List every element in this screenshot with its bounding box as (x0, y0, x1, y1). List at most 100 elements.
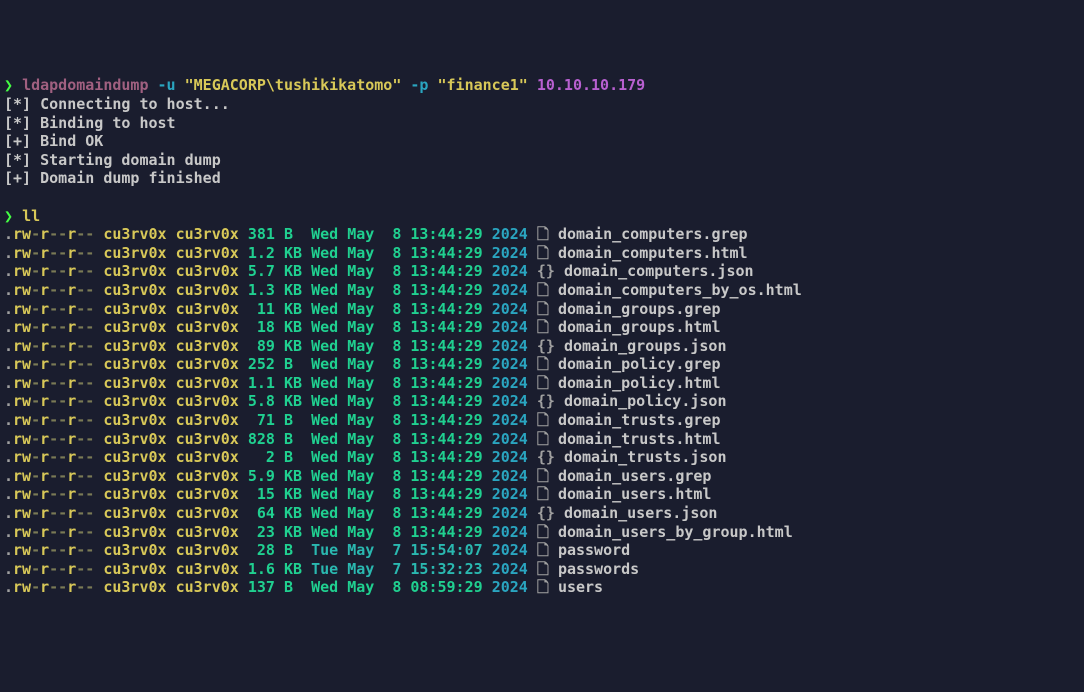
file-year: 2024 (492, 355, 528, 373)
file-year: 2024 (492, 300, 528, 318)
file-row: .rw-r--r-- cu3rv0x cu3rv0x 64 KB Wed May… (4, 504, 1080, 523)
file-time: 13:44:29 (410, 411, 482, 429)
file-type-icon: 🗋 (537, 374, 549, 392)
file-row: .rw-r--r-- cu3rv0x cu3rv0x 11 KB Wed May… (4, 300, 1080, 319)
file-owner: cu3rv0x (103, 355, 166, 373)
file-type-icon: 🗋 (537, 541, 549, 559)
file-weekday: Wed (311, 374, 338, 392)
file-type-icon: {} (537, 448, 555, 466)
file-time: 13:44:29 (410, 430, 482, 448)
file-day: 8 (383, 430, 401, 448)
command-name: ldapdomaindump (22, 76, 148, 94)
file-name: domain_trusts.json (564, 448, 727, 466)
file-month: May (347, 262, 374, 280)
file-type-icon: 🗋 (537, 225, 549, 243)
file-group: cu3rv0x (176, 244, 239, 262)
file-month: May (347, 485, 374, 503)
file-weekday: Wed (311, 318, 338, 336)
file-name: domain_computers.json (564, 262, 754, 280)
file-type-icon: {} (537, 262, 555, 280)
file-year: 2024 (492, 485, 528, 503)
prompt-icon: ❯ (4, 76, 13, 94)
file-unit: KB (284, 281, 302, 299)
terminal-output[interactable]: ❯ ldapdomaindump -u "MEGACORP\tushikikat… (4, 76, 1080, 597)
file-day: 8 (383, 337, 401, 355)
file-unit: B (284, 578, 302, 596)
file-type-icon: {} (537, 337, 555, 355)
file-time: 13:44:29 (410, 374, 482, 392)
file-weekday: Wed (311, 411, 338, 429)
file-unit: KB (284, 300, 302, 318)
file-day: 8 (383, 374, 401, 392)
file-type-icon: 🗋 (537, 411, 549, 429)
file-row: .rw-r--r-- cu3rv0x cu3rv0x 5.7 KB Wed Ma… (4, 262, 1080, 281)
command-line: ❯ ll (4, 207, 1080, 226)
file-owner: cu3rv0x (103, 504, 166, 522)
file-day: 8 (383, 485, 401, 503)
file-group: cu3rv0x (176, 300, 239, 318)
file-weekday: Wed (311, 578, 338, 596)
file-time: 13:44:29 (410, 281, 482, 299)
file-owner: cu3rv0x (103, 430, 166, 448)
file-time: 13:44:29 (410, 448, 482, 466)
file-size: 252 (248, 355, 275, 373)
file-owner: cu3rv0x (103, 244, 166, 262)
blank-line (4, 188, 1080, 207)
file-row: .rw-r--r-- cu3rv0x cu3rv0x 1.6 KB Tue Ma… (4, 560, 1080, 579)
file-weekday: Wed (311, 523, 338, 541)
file-day: 8 (383, 523, 401, 541)
file-time: 13:44:29 (410, 523, 482, 541)
file-weekday: Tue (311, 560, 338, 578)
file-size: 23 (248, 523, 275, 541)
status-line: [*] Starting domain dump (4, 151, 1080, 170)
file-name: domain_policy.html (558, 374, 721, 392)
file-year: 2024 (492, 374, 528, 392)
file-name: domain_users.grep (558, 467, 712, 485)
file-group: cu3rv0x (176, 504, 239, 522)
file-year: 2024 (492, 281, 528, 299)
status-line: [+] Bind OK (4, 132, 1080, 151)
file-group: cu3rv0x (176, 318, 239, 336)
file-listing: .rw-r--r-- cu3rv0x cu3rv0x 381 B Wed May… (4, 225, 1080, 597)
status-line: [+] Domain dump finished (4, 169, 1080, 188)
file-day: 8 (383, 504, 401, 522)
file-month: May (347, 355, 374, 373)
file-day: 8 (383, 392, 401, 410)
file-day: 8 (383, 448, 401, 466)
status-line: [*] Binding to host (4, 114, 1080, 133)
file-type-icon: 🗋 (537, 467, 549, 485)
file-row: .rw-r--r-- cu3rv0x cu3rv0x 1.2 KB Wed Ma… (4, 244, 1080, 263)
file-name: domain_groups.grep (558, 300, 721, 318)
file-unit: KB (284, 337, 302, 355)
file-month: May (347, 300, 374, 318)
file-type-icon: 🗋 (537, 244, 549, 262)
file-owner: cu3rv0x (103, 448, 166, 466)
file-day: 8 (383, 281, 401, 299)
file-weekday: Wed (311, 300, 338, 318)
file-month: May (347, 448, 374, 466)
file-month: May (347, 337, 374, 355)
file-time: 13:44:29 (410, 504, 482, 522)
file-group: cu3rv0x (176, 430, 239, 448)
file-weekday: Wed (311, 225, 338, 243)
file-group: cu3rv0x (176, 448, 239, 466)
file-day: 8 (383, 300, 401, 318)
file-weekday: Wed (311, 337, 338, 355)
file-day: 8 (383, 355, 401, 373)
file-type-icon: {} (537, 504, 555, 522)
file-time: 13:44:29 (410, 467, 482, 485)
file-day: 8 (383, 411, 401, 429)
file-weekday: Wed (311, 485, 338, 503)
file-owner: cu3rv0x (103, 523, 166, 541)
file-name: passwords (558, 560, 639, 578)
file-unit: KB (284, 374, 302, 392)
file-group: cu3rv0x (176, 560, 239, 578)
file-group: cu3rv0x (176, 485, 239, 503)
file-type-icon: 🗋 (537, 318, 549, 336)
file-owner: cu3rv0x (103, 578, 166, 596)
file-type-icon: 🗋 (537, 281, 549, 299)
file-name: domain_computers.html (558, 244, 748, 262)
file-time: 08:59:29 (410, 578, 482, 596)
file-size: 5.8 (248, 392, 275, 410)
file-size: 71 (248, 411, 275, 429)
